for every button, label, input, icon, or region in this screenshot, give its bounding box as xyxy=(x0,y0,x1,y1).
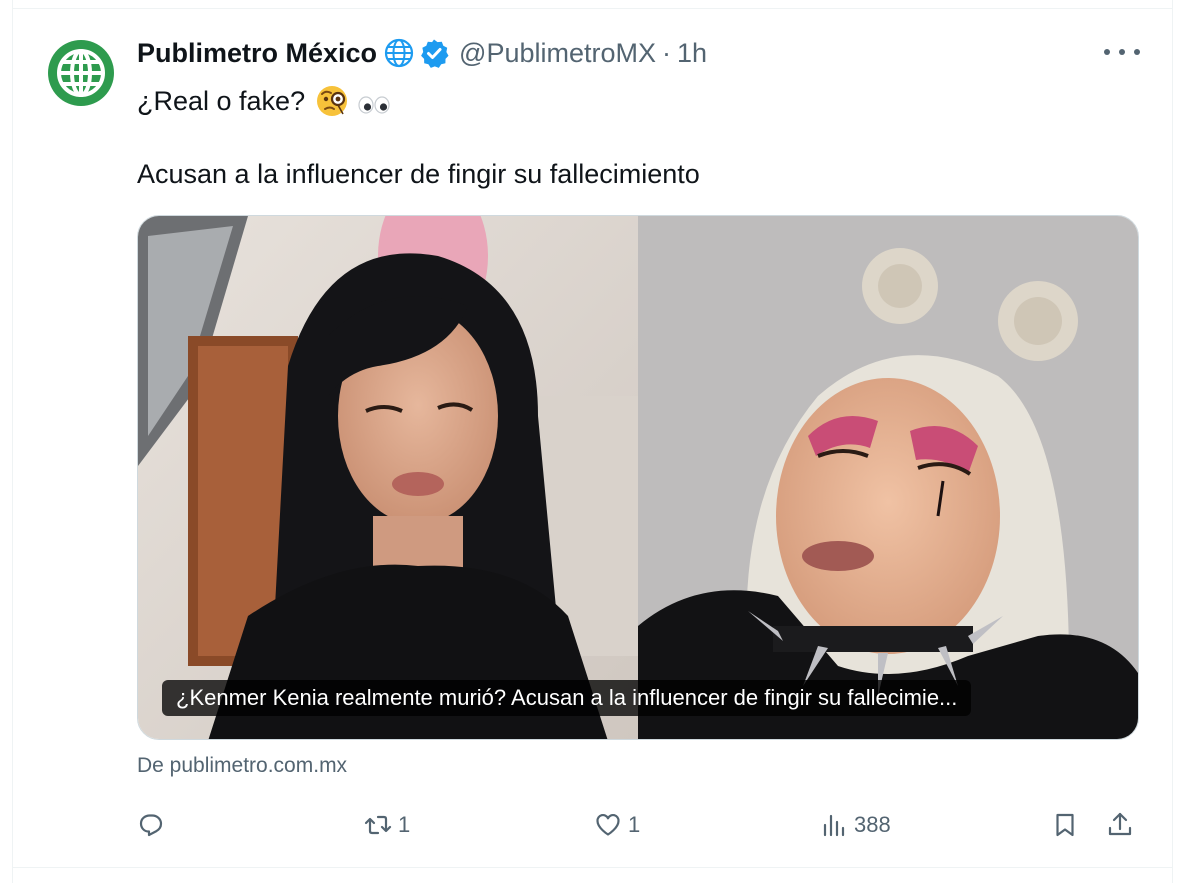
timestamp[interactable]: 1h xyxy=(677,38,707,69)
verified-badge-icon[interactable] xyxy=(419,38,449,68)
like-icon xyxy=(596,813,620,836)
card-image-right xyxy=(638,216,1138,739)
retweet-count: 1 xyxy=(398,812,411,837)
bookmark-icon xyxy=(1056,813,1074,837)
reply-button[interactable] xyxy=(137,803,171,847)
card-caption: ¿Kenmer Kenia realmente murió? Acusan a … xyxy=(162,680,972,716)
views-count: 388 xyxy=(854,812,891,837)
globe-icon xyxy=(383,37,415,69)
views-button[interactable]: 388 xyxy=(820,803,891,847)
left-border xyxy=(12,0,13,883)
card-image-left xyxy=(138,216,638,739)
author-name[interactable]: Publimetro México xyxy=(137,38,377,69)
right-border xyxy=(1172,0,1173,883)
top-divider xyxy=(12,8,1173,9)
more-icon[interactable] xyxy=(1104,40,1140,64)
tweet-text: ¿Real o fake? xyxy=(137,85,306,116)
retweet-button[interactable]: 1 xyxy=(364,803,410,847)
views-icon xyxy=(823,814,845,837)
globe-avatar-icon xyxy=(48,40,114,106)
like-count: 1 xyxy=(628,812,641,837)
tweet-text-line1: ¿Real o fake? xyxy=(137,82,391,120)
tweet-header: Publimetro México @PublimetroMX · 1h xyxy=(137,33,707,73)
tweet-container[interactable]: Publimetro México @PublimetroMX · 1h ¿Re… xyxy=(0,0,1200,883)
share-button[interactable] xyxy=(1106,803,1134,847)
tweet-text-line2: Acusan a la influencer de fingir su fall… xyxy=(137,159,700,189)
retweet-icon xyxy=(364,815,392,835)
like-button[interactable]: 1 xyxy=(594,803,640,847)
separator-dot: · xyxy=(662,37,672,68)
share-icon xyxy=(1108,812,1132,836)
action-bar: 1 1 388 xyxy=(0,803,1200,847)
author-handle[interactable]: @PublimetroMX xyxy=(459,38,656,69)
avatar[interactable] xyxy=(46,38,116,108)
monocle-face-emoji-icon xyxy=(315,84,349,118)
reply-icon xyxy=(139,814,163,837)
eyes-emoji-icon xyxy=(357,91,391,114)
card-source[interactable]: De publimetro.com.mx xyxy=(137,752,347,780)
bottom-divider xyxy=(12,867,1173,868)
link-card[interactable]: ¿Kenmer Kenia realmente murió? Acusan a … xyxy=(137,215,1139,740)
bookmark-button[interactable] xyxy=(1051,803,1079,847)
